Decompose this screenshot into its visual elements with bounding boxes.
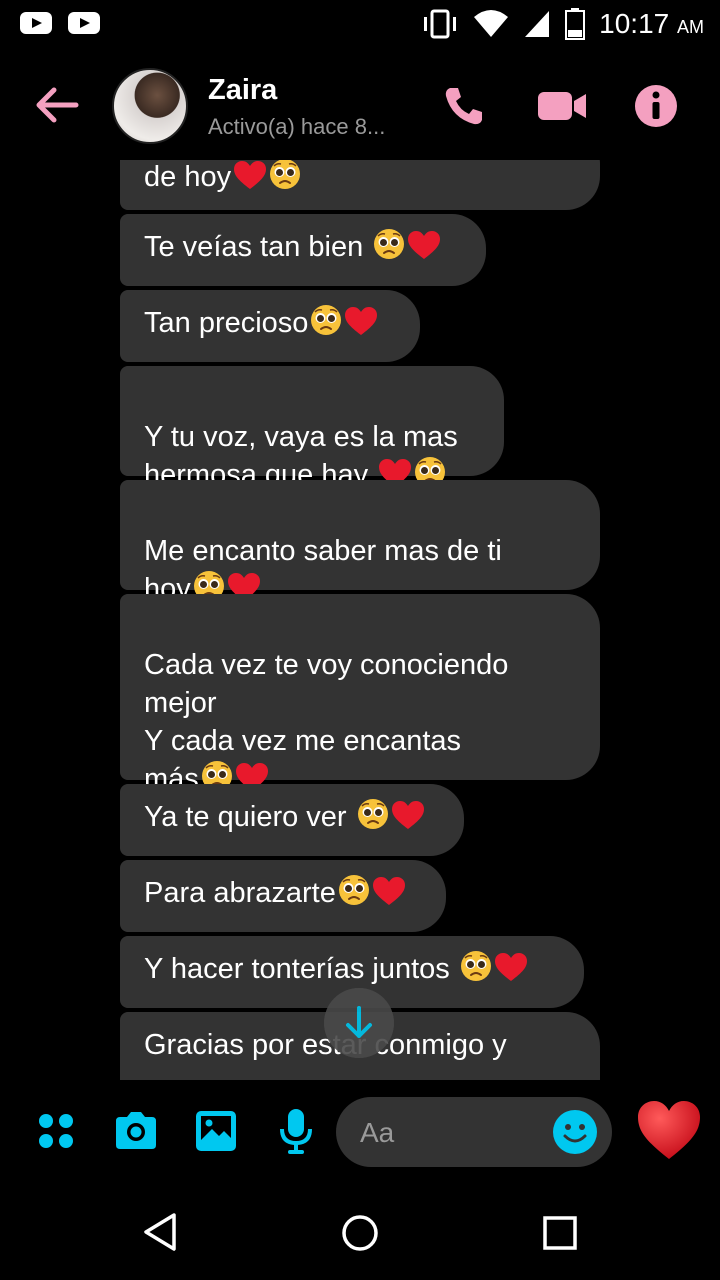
message-text: de hoy [144,161,232,193]
heart-emoji [391,800,425,840]
pleading-face-emoji [373,228,405,270]
message-text: Te veías tan bien [144,231,372,263]
battery-icon [565,8,586,40]
video-call-icon[interactable] [536,82,588,130]
heart-icon[interactable] [636,1099,702,1161]
heart-emoji [344,306,378,346]
heart-emoji [233,160,267,200]
smile-icon[interactable] [552,1109,598,1155]
message-text: Ya te quiero ver [144,801,355,833]
heart-emoji [407,230,441,270]
message-bubble[interactable]: Te veías tan bien [120,214,486,286]
gallery-icon[interactable] [192,1107,240,1155]
camera-icon[interactable] [112,1107,160,1155]
message-bubble[interactable]: Para abrazarte [120,860,446,932]
message-input-placeholder: Aa [360,1117,395,1148]
apps-icon[interactable] [32,1107,80,1155]
pleading-face-emoji [310,304,342,346]
clock: 10:17 AM [599,8,704,39]
avatar[interactable] [112,68,188,144]
message-bubble[interactable]: Y tu voz, vaya es la mas hermosa que hay [120,366,504,491]
youtube-icon [20,12,52,34]
signal-icon [525,11,550,37]
message-bubble[interactable]: Ya te quiero ver [120,784,464,856]
message-bubble[interactable]: Tan precioso [120,290,420,362]
message-input[interactable]: Aa [336,1097,612,1167]
back-triangle-icon[interactable] [140,1211,180,1253]
message-text: Y hacer tonterías juntos [144,953,458,985]
message-list[interactable]: de hoy Te veías tan bien Tan precioso Y … [0,160,720,1080]
pleading-face-emoji [338,874,370,916]
microphone-icon[interactable] [272,1107,320,1155]
info-icon[interactable] [632,82,680,130]
message-bubble[interactable]: Me encanto saber mas de ti hoy [120,480,600,605]
recents-square-icon[interactable] [542,1215,578,1251]
conversation-header: Zaira Activo(a) hace 8... [0,60,720,155]
message-text: Tan precioso [144,307,309,339]
youtube-icon [68,12,100,34]
message-bubble[interactable]: de hoy [120,160,600,210]
heart-emoji [372,876,406,916]
phone-icon[interactable] [440,82,488,130]
home-circle-icon[interactable] [340,1213,380,1253]
contact-name[interactable]: Zaira [208,74,277,107]
pleading-face-emoji [357,798,389,840]
wifi-icon [474,10,509,37]
message-text: Para abrazarte [144,877,336,909]
message-bubble[interactable]: Cada vez te voy conociendo mejor Y cada … [120,594,600,795]
vibrate-icon [424,9,457,39]
pleading-face-emoji [269,160,301,200]
back-arrow-icon[interactable] [32,80,82,130]
scroll-to-bottom-button[interactable] [324,988,394,1058]
message-text: Cada vez te voy conociendo mejor Y cada … [144,649,509,795]
composer-bar: Aa [0,1085,720,1185]
active-status: Activo(a) hace 8... [208,114,386,139]
pleading-face-emoji [460,950,492,992]
status-bar: 10:17 AM [0,0,720,50]
navigation-bar [0,1185,720,1280]
heart-emoji [494,952,528,992]
